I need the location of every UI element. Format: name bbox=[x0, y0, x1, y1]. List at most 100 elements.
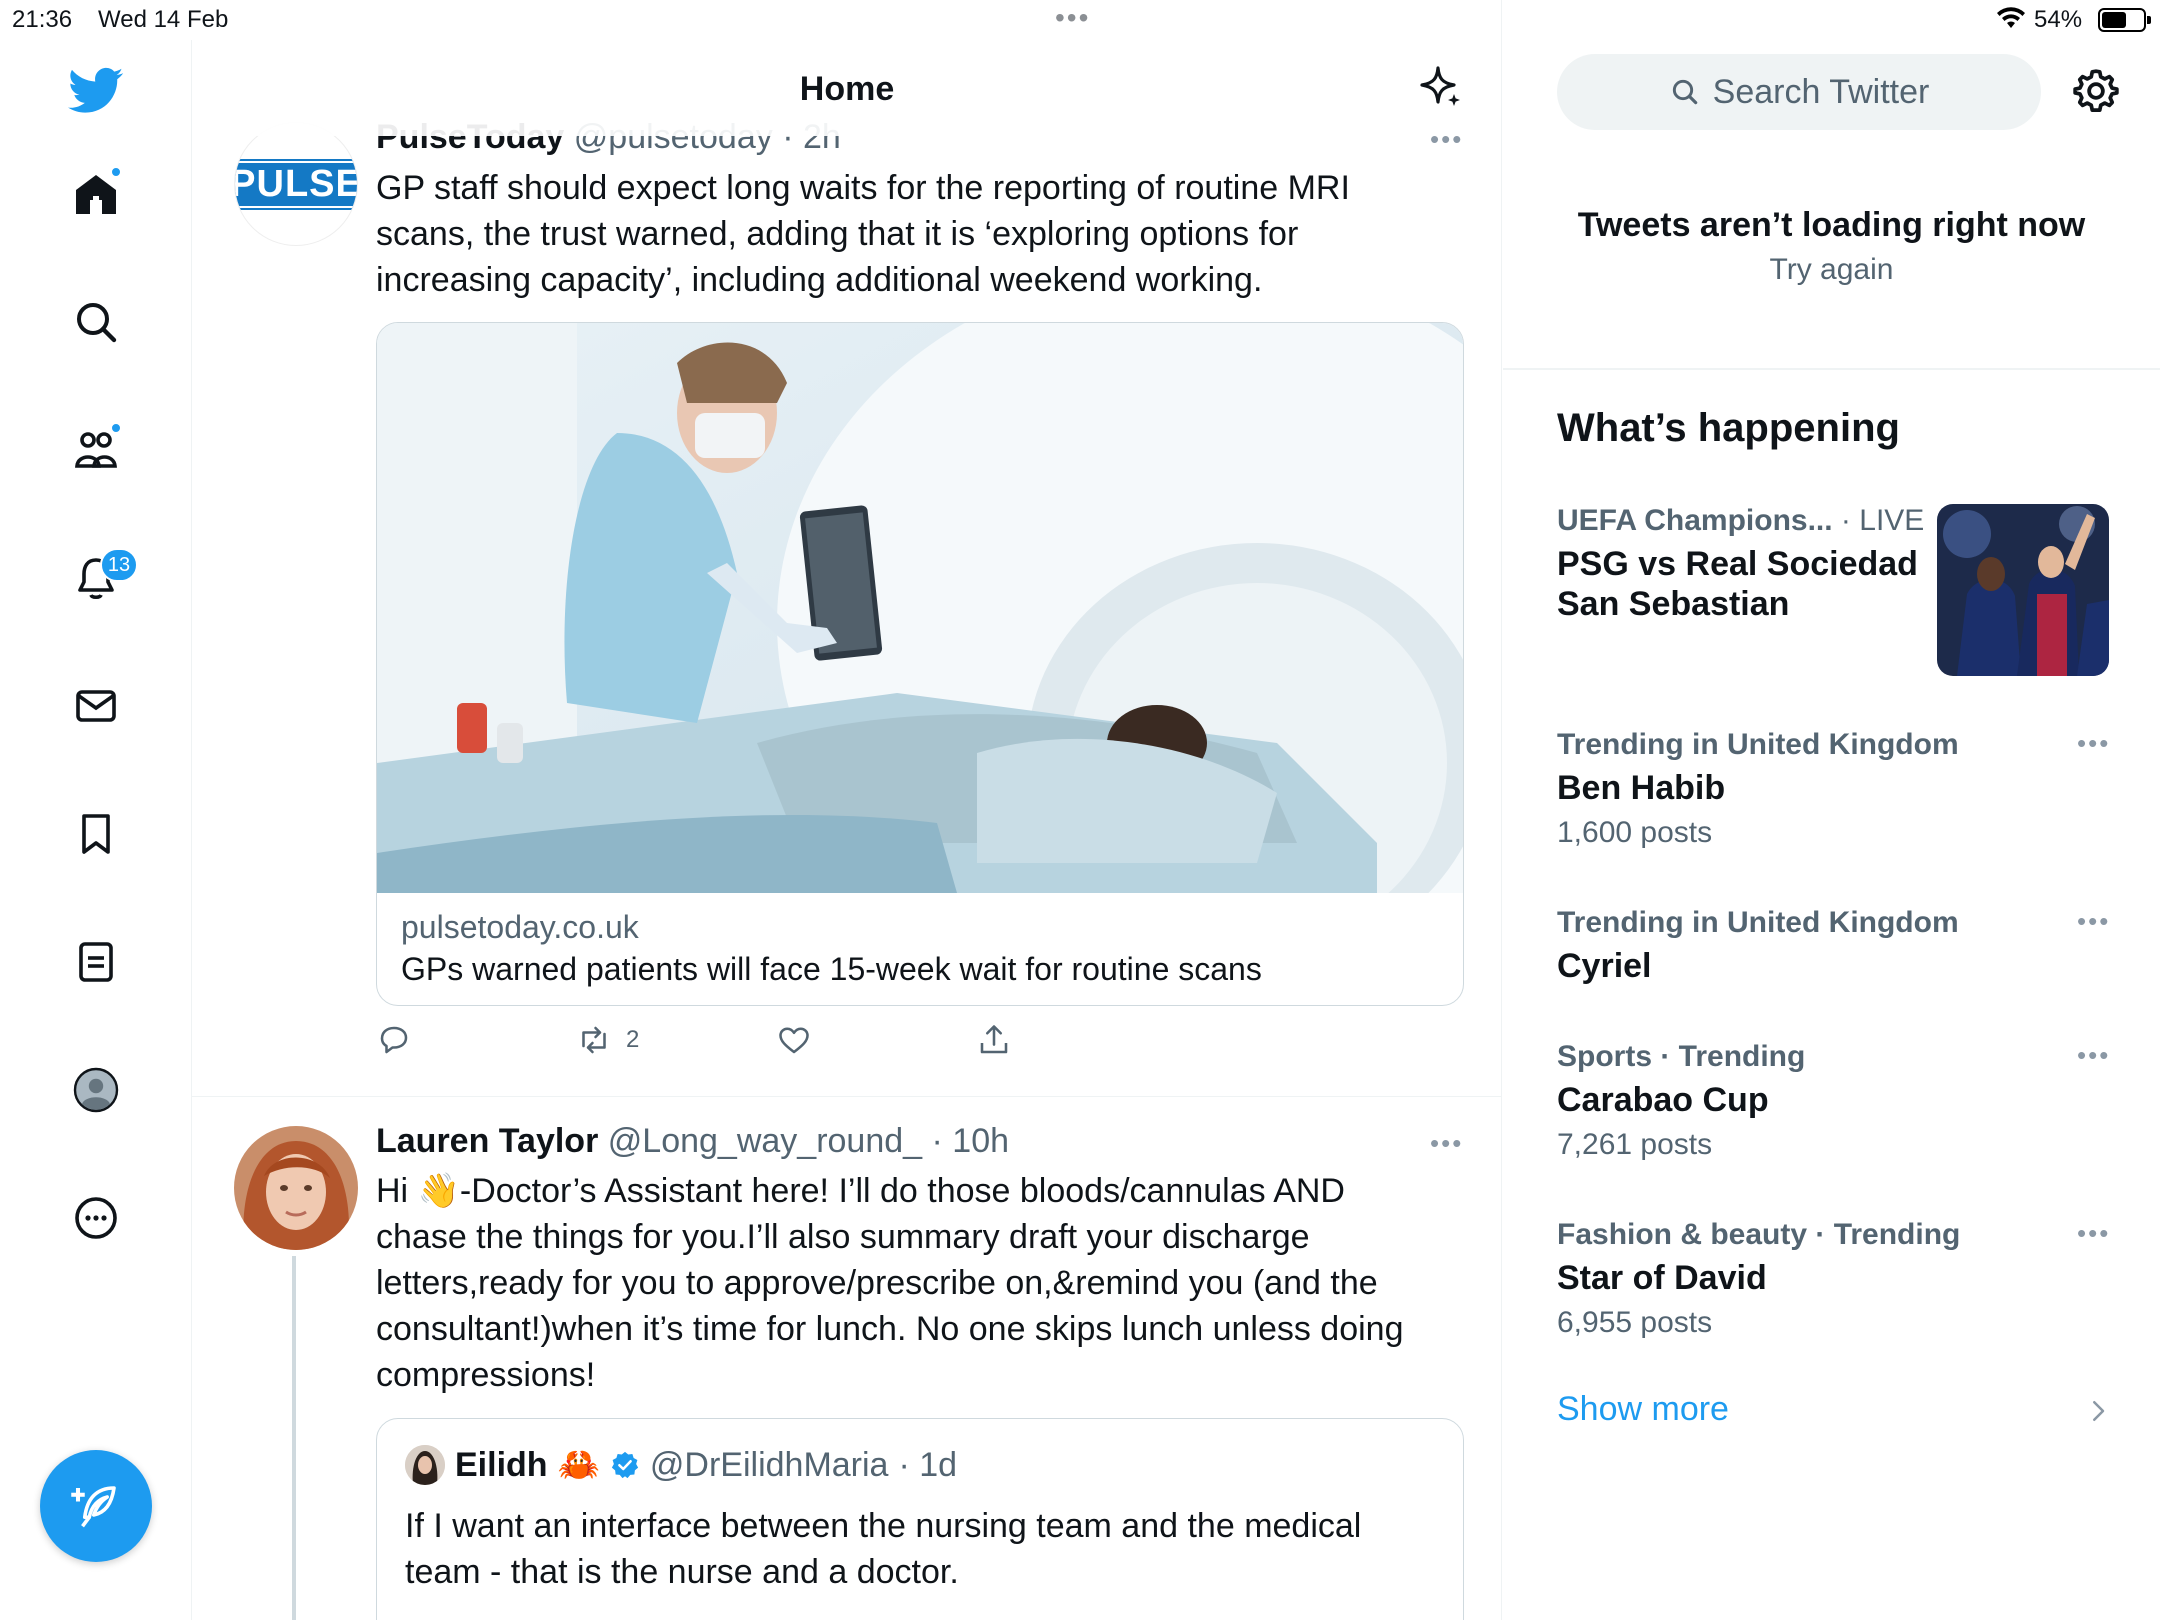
trend-post-count: 6,955 posts bbox=[1557, 1306, 1713, 1339]
nav-explore[interactable] bbox=[56, 282, 136, 362]
retweet-button[interactable]: 2 bbox=[576, 1022, 639, 1058]
reply-button[interactable] bbox=[376, 1022, 412, 1058]
envelope-icon bbox=[76, 690, 116, 722]
bookmark-icon bbox=[82, 814, 110, 854]
tweet-text: GP staff should expect long waits for th… bbox=[376, 169, 1350, 299]
home-timeline: Home PULSE PulseToday @pulsetoday · 2h •… bbox=[192, 0, 1502, 1620]
quoted-avatar[interactable] bbox=[405, 1445, 445, 1485]
battery-percent: 54% bbox=[2034, 6, 2083, 33]
quoted-tweet[interactable]: Eilidh 🦀 @DrEilidhMaria · 1d If I want a… bbox=[376, 1418, 1464, 1620]
nav-notifications[interactable]: 13 bbox=[56, 538, 138, 618]
compose-tweet-button[interactable] bbox=[40, 1450, 152, 1562]
nav-messages[interactable] bbox=[56, 666, 136, 746]
quoted-tweet-text: If I want an interface between the nursi… bbox=[405, 1507, 1362, 1591]
card-headline: GPs warned patients will face 15-week wa… bbox=[401, 951, 1262, 987]
crab-emoji: 🦀 bbox=[557, 1446, 600, 1484]
tweet-actions: 2 bbox=[376, 1022, 1376, 1070]
tweet-text: Hi 👋-Doctor’s Assistant here! I’ll do th… bbox=[376, 1172, 1404, 1394]
trend-more-button[interactable]: ••• bbox=[2077, 906, 2110, 937]
tweet-avatar[interactable]: PULSE bbox=[234, 122, 358, 246]
like-button[interactable] bbox=[776, 1022, 812, 1058]
sidebar-divider bbox=[1503, 368, 2160, 370]
heart-icon bbox=[779, 1027, 809, 1054]
nav-more[interactable] bbox=[56, 1178, 136, 1258]
quoted-tweet-header: Eilidh 🦀 @DrEilidhMaria · 1d bbox=[405, 1445, 957, 1485]
trend-name: Star of David bbox=[1557, 1259, 1767, 1297]
share-button[interactable] bbox=[976, 1022, 1012, 1058]
nav-home[interactable] bbox=[56, 154, 136, 234]
gear-icon[interactable] bbox=[2071, 66, 2121, 116]
more-circle-icon bbox=[75, 1197, 117, 1239]
sparkle-icon[interactable] bbox=[1416, 64, 1464, 112]
wifi-icon bbox=[1996, 6, 2026, 37]
tweet-author-handle[interactable]: @Long_way_round_ bbox=[608, 1122, 922, 1160]
pulse-logo: PULSE bbox=[235, 158, 357, 210]
trend-live-label: · LIVE bbox=[1832, 504, 1925, 537]
tweets-error-box: Tweets aren’t loading right now Try agai… bbox=[1503, 206, 2160, 287]
error-title: Tweets aren’t loading right now bbox=[1577, 206, 2086, 244]
compose-feather-icon bbox=[71, 1486, 116, 1528]
trend-item[interactable]: Trending in United Kingdom Cyriel ••• bbox=[1557, 906, 2117, 986]
trend-name: Carabao Cup bbox=[1557, 1081, 1769, 1119]
twitter-logo-icon[interactable] bbox=[56, 50, 136, 130]
tweet-avatar[interactable] bbox=[234, 1126, 358, 1250]
trend-context: UEFA Champions... bbox=[1557, 504, 1833, 537]
status-time: 21:36 bbox=[12, 6, 73, 33]
trend-more-button[interactable]: ••• bbox=[2077, 1218, 2110, 1249]
retweet-count: 2 bbox=[626, 1026, 640, 1053]
tweet-time[interactable]: · 10h bbox=[932, 1122, 1010, 1160]
whats-happening-title: What’s happening bbox=[1557, 406, 1900, 450]
quoted-tweet-time[interactable]: · 1d bbox=[898, 1446, 957, 1485]
trend-item[interactable]: Fashion & beauty · Trending Star of Davi… bbox=[1557, 1218, 2117, 1340]
nav-lists[interactable] bbox=[56, 922, 136, 1002]
trend-context: Trending in United Kingdom bbox=[1557, 906, 1959, 939]
trend-item[interactable]: Trending in United Kingdom Ben Habib 1,6… bbox=[1557, 728, 2117, 850]
timeline-header: Home bbox=[192, 40, 1501, 136]
try-again-link[interactable]: Try again bbox=[1503, 253, 2160, 287]
right-sidebar: Search Twitter Tweets aren’t loading rig… bbox=[1503, 40, 2160, 1620]
trend-context: Trending in United Kingdom bbox=[1557, 728, 1959, 761]
reply-icon bbox=[380, 1026, 408, 1054]
trend-name: Ben Habib bbox=[1557, 769, 1726, 807]
battery-icon bbox=[2098, 8, 2151, 32]
nav-communities[interactable] bbox=[56, 410, 136, 490]
lists-icon bbox=[79, 942, 113, 982]
trend-more-button[interactable]: ••• bbox=[2077, 1040, 2110, 1071]
mri-scan-image bbox=[377, 323, 1463, 893]
show-more-link[interactable]: Show more bbox=[1557, 1390, 1729, 1429]
search-input[interactable]: Search Twitter bbox=[1557, 54, 2041, 130]
trend-context: Sports · Trending bbox=[1557, 1040, 1806, 1073]
left-nav: 13 bbox=[0, 40, 192, 1620]
search-icon bbox=[77, 303, 117, 343]
retweet-icon bbox=[582, 1026, 606, 1054]
card-domain: pulsetoday.co.uk bbox=[401, 909, 639, 945]
nav-profile[interactable] bbox=[56, 1050, 136, 1130]
page-title: Home bbox=[799, 70, 895, 108]
link-card[interactable]: pulsetoday.co.uk GPs warned patients wil… bbox=[376, 322, 1464, 1006]
trend-name: Cyriel bbox=[1557, 947, 1652, 985]
trend-image bbox=[1937, 504, 2109, 676]
trend-more-button[interactable]: ••• bbox=[2077, 728, 2110, 759]
trend-post-count: 1,600 posts bbox=[1557, 816, 1713, 849]
search-icon bbox=[1672, 79, 1697, 105]
trend-post-count: 7,261 posts bbox=[1557, 1128, 1713, 1161]
tweet-divider bbox=[192, 1096, 1501, 1097]
profile-avatar-icon bbox=[73, 1067, 119, 1113]
trend-name: PSG vs Real Sociedad San Sebastian bbox=[1557, 545, 1918, 623]
trend-context: Fashion & beauty · Trending bbox=[1557, 1218, 1961, 1251]
quoted-author-handle[interactable]: @DrEilidhMaria bbox=[650, 1446, 889, 1485]
user-avatar-photo bbox=[234, 1126, 358, 1250]
communities-unread-dot bbox=[110, 422, 122, 434]
chevron-right-icon bbox=[2093, 1401, 2105, 1421]
quoted-author-name[interactable]: Eilidh bbox=[455, 1446, 548, 1485]
thread-line bbox=[292, 1256, 296, 1620]
notifications-badge: 13 bbox=[100, 548, 138, 582]
tweet-header: Lauren Taylor @Long_way_round_ · 10h bbox=[376, 1122, 1009, 1161]
search-placeholder: Search Twitter bbox=[1712, 72, 1930, 111]
tweet-author-name[interactable]: Lauren Taylor bbox=[376, 1122, 598, 1160]
verified-badge-icon bbox=[611, 1451, 639, 1479]
home-unread-dot bbox=[110, 166, 122, 178]
tweet-more-button[interactable]: ••• bbox=[1430, 1128, 1463, 1159]
trend-item[interactable]: Sports · Trending Carabao Cup 7,261 post… bbox=[1557, 1040, 2117, 1162]
nav-bookmarks[interactable] bbox=[56, 794, 136, 874]
